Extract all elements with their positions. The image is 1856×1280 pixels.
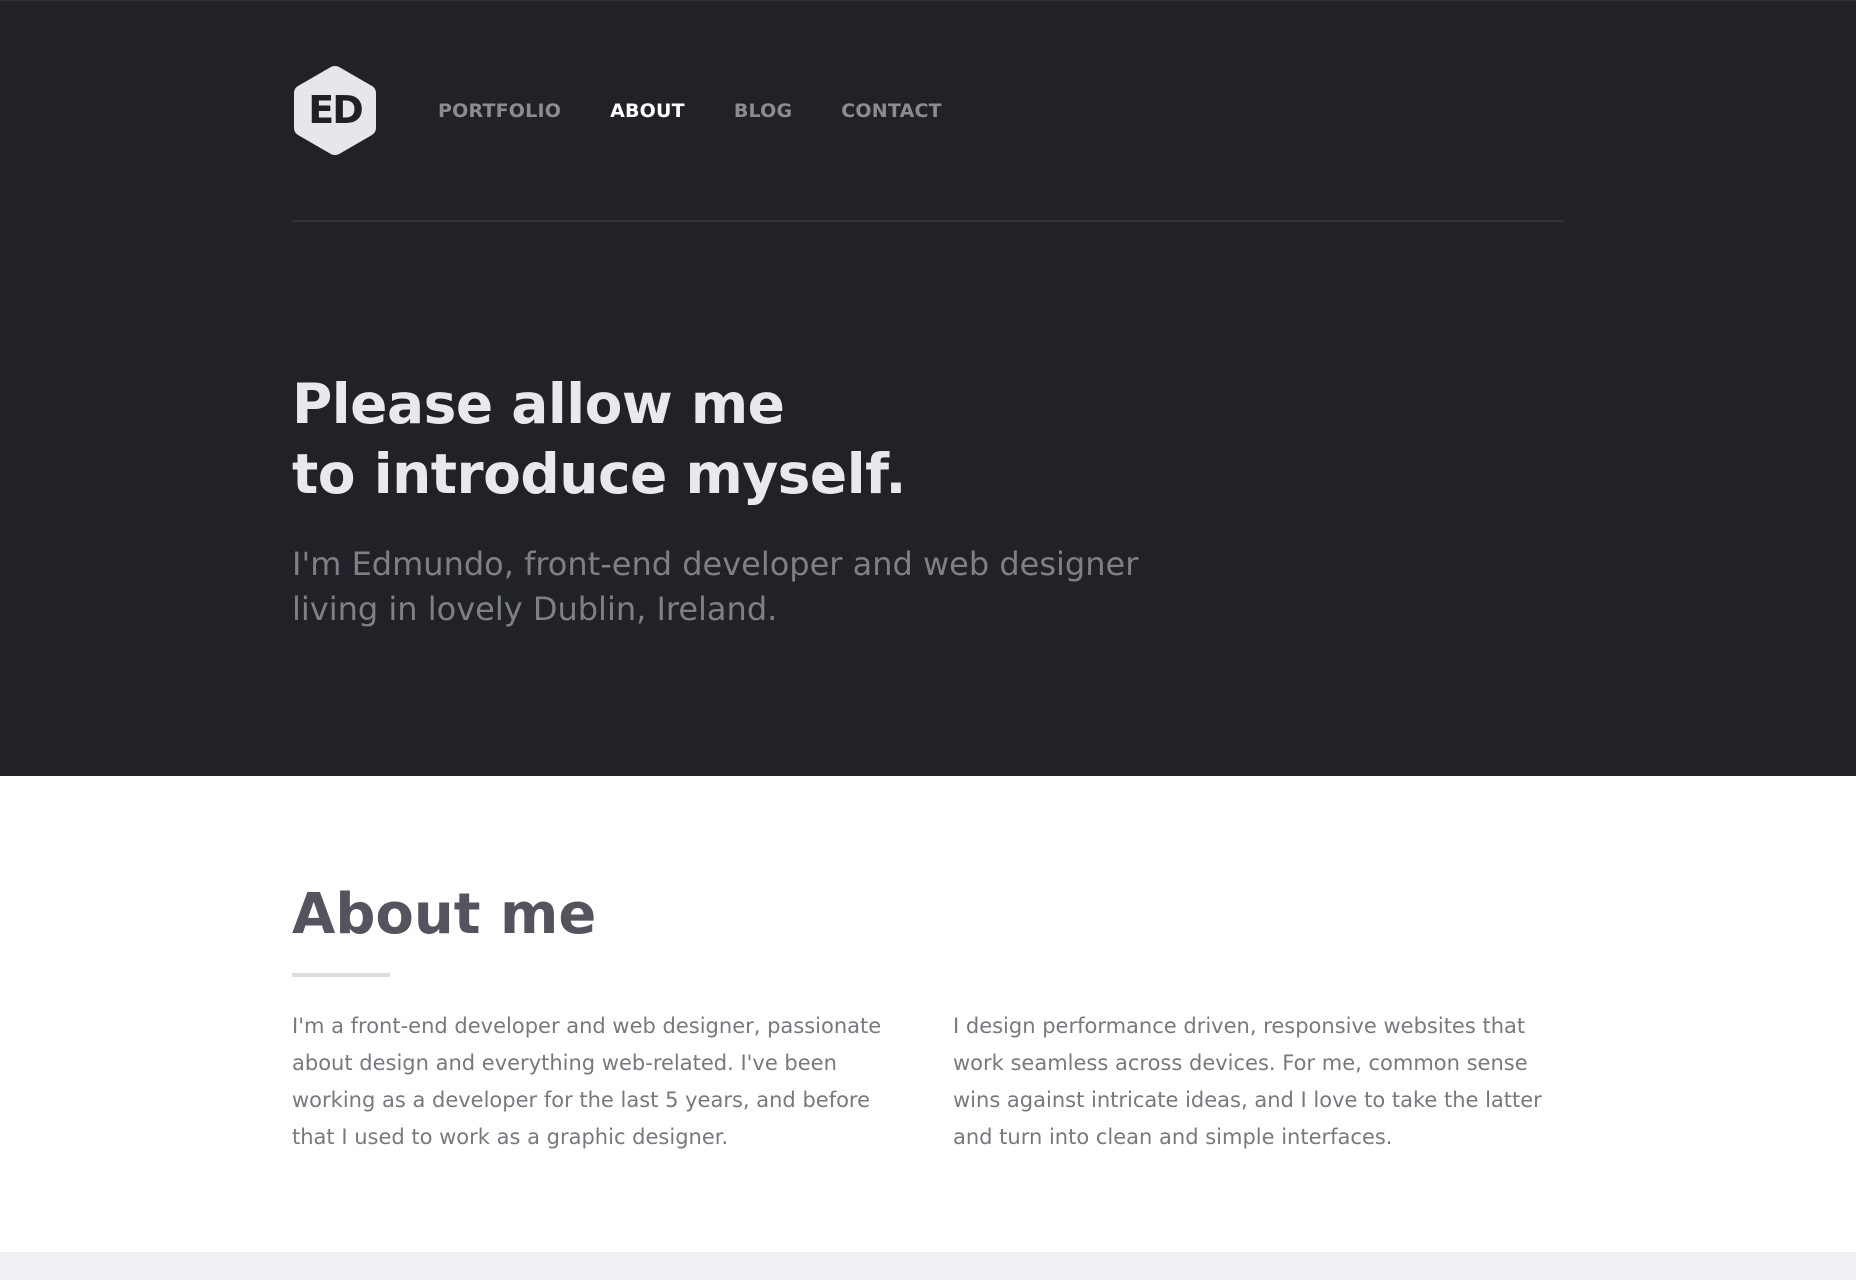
paragraph-line: I design performance driven, responsive … xyxy=(953,1014,1526,1038)
about-paragraph-left: I'm a front-end developer and web design… xyxy=(292,1008,912,1156)
paragraph-line: I'm a front-end developer and web design… xyxy=(292,1014,882,1038)
hero-subtitle: I'm Edmundo, front-end developer and web… xyxy=(292,542,1138,632)
about-title: About me xyxy=(292,882,597,947)
paragraph-line: about design and everything web-related.… xyxy=(292,1051,837,1075)
nav-item-blog[interactable]: BLOG xyxy=(734,100,792,122)
logo[interactable]: ED xyxy=(292,63,378,158)
logo-text: ED xyxy=(308,88,364,132)
paragraph-line: work seamless across devices. For me, co… xyxy=(953,1051,1528,1075)
nav-item-about[interactable]: ABOUT xyxy=(610,100,685,122)
nav-item-portfolio[interactable]: PORTFOLIO xyxy=(438,100,561,122)
main-nav: PORTFOLIO ABOUT BLOG CONTACT xyxy=(438,63,991,158)
paragraph-line: that I used to work as a graphic designe… xyxy=(292,1125,729,1149)
site-header: ED PORTFOLIO ABOUT BLOG CONTACT xyxy=(292,63,1564,158)
hero-section: ED PORTFOLIO ABOUT BLOG CONTACT Please a… xyxy=(0,0,1856,776)
header-divider xyxy=(292,220,1564,222)
hero-subtitle-line: living in lovely Dublin, Ireland. xyxy=(292,590,778,628)
about-paragraph-right: I design performance driven, responsive … xyxy=(953,1008,1573,1156)
hero-subtitle-line: I'm Edmundo, front-end developer and web… xyxy=(292,545,1139,583)
footer-strip xyxy=(0,1252,1856,1280)
paragraph-line: wins against intricate ideas, and I love… xyxy=(953,1088,1542,1112)
nav-item-contact[interactable]: CONTACT xyxy=(841,100,942,122)
paragraph-line: working as a developer for the last 5 ye… xyxy=(292,1088,871,1112)
hero-title-line: Please allow me xyxy=(292,372,785,436)
hero-title: Please allow me to introduce myself. xyxy=(292,369,906,509)
about-underline xyxy=(292,973,390,977)
paragraph-line: and turn into clean and simple interface… xyxy=(953,1125,1393,1149)
hero-title-line: to introduce myself. xyxy=(292,442,906,506)
